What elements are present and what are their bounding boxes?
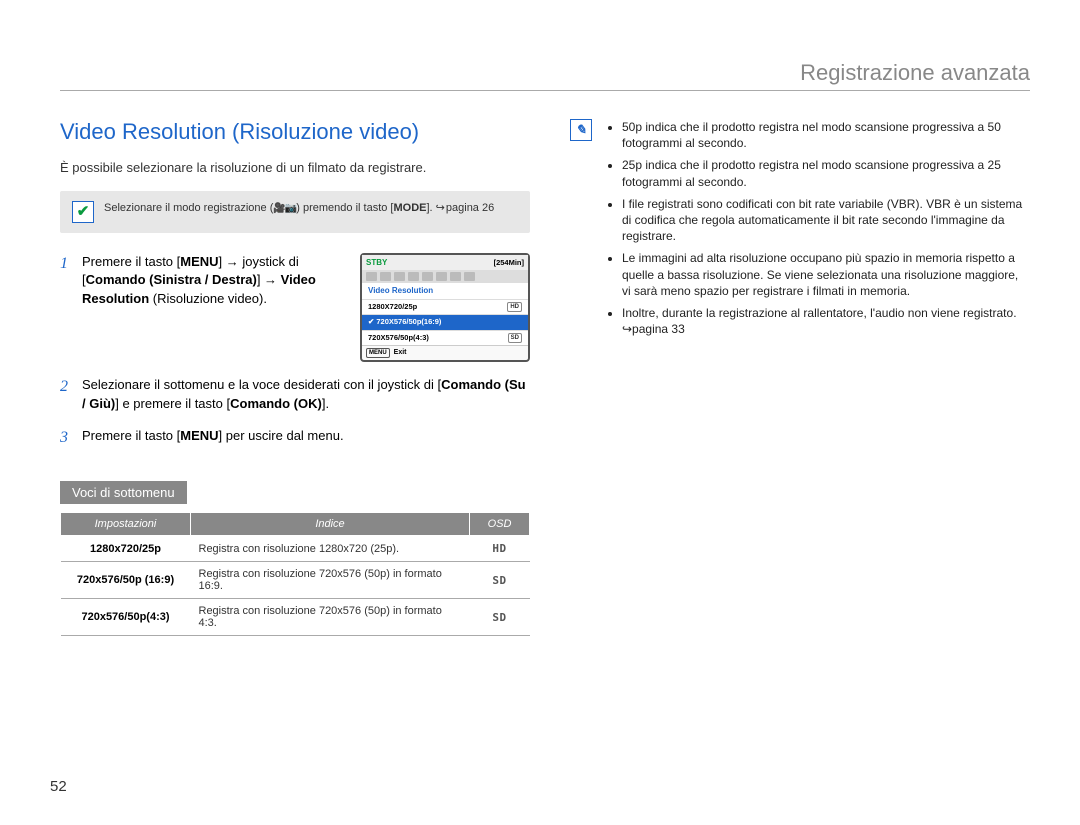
page-link-icon xyxy=(436,202,446,214)
list-item: 50p indica che il prodotto registra nel … xyxy=(622,119,1030,151)
note-text: Selezionare il modo registrazione () pre… xyxy=(104,201,494,215)
page-title: Video Resolution (Risoluzione video) xyxy=(60,119,530,145)
step-3: Premere il tasto [MENU] per uscire dal m… xyxy=(60,427,530,445)
submenu-heading: Voci di sottomenu xyxy=(60,481,187,504)
table-row: 720x576/50p (16:9) Registra con risoluzi… xyxy=(61,562,530,599)
lcd-option-3: 720X576/50p(4:3)SD xyxy=(362,330,528,346)
page-number: 52 xyxy=(50,778,67,795)
info-icon: ✎ xyxy=(570,119,592,141)
table-row: 1280x720/25p Registra con risoluzione 12… xyxy=(61,536,530,562)
lcd-option-2-selected: ✔ 720X576/50p(16:9) xyxy=(362,314,528,330)
camera-mode-icon xyxy=(273,202,296,214)
lcd-menu-title: Video Resolution xyxy=(362,283,528,298)
list-item: I file registrati sono codificati con bi… xyxy=(622,196,1030,245)
sd-badge-icon: SD xyxy=(470,599,530,636)
menu-button-icon: MENU xyxy=(366,348,390,358)
table-row: 720x576/50p(4:3) Registra con risoluzion… xyxy=(61,599,530,636)
lcd-stby-label: STBY xyxy=(366,257,387,268)
lcd-option-1: 1280X720/25pHD xyxy=(362,299,528,315)
intro-text: È possibile selezionare la risoluzione d… xyxy=(60,159,530,177)
hd-badge-icon: HD xyxy=(470,536,530,562)
col-header-osd: OSD xyxy=(470,513,530,536)
lcd-screenshot: STBY [254Min] Video Resolution 1280X720/… xyxy=(360,253,530,362)
info-bullet-list: 50p indica che il prodotto registra nel … xyxy=(604,119,1030,343)
sd-badge-icon: SD xyxy=(508,333,522,343)
submenu-table: Impostazioni Indice OSD 1280x720/25p Reg… xyxy=(60,512,530,636)
step-1: Premere il tasto [MENU] → joystick di [C… xyxy=(60,253,530,362)
list-item: Le immagini ad alta risoluzione occupano… xyxy=(622,250,1030,299)
hd-badge-icon: HD xyxy=(507,302,522,312)
step-2: Selezionare il sottomenu e la voce desid… xyxy=(60,376,530,412)
lcd-icon-row xyxy=(362,270,528,283)
chapter-header: Registrazione avanzata xyxy=(60,60,1030,91)
lcd-time-remaining: [254Min] xyxy=(494,258,524,269)
lcd-exit-row: MENU Exit xyxy=(362,345,528,360)
col-header-index: Indice xyxy=(191,513,470,536)
info-note-block: ✎ 50p indica che il prodotto registra ne… xyxy=(570,119,1030,343)
steps-list: Premere il tasto [MENU] → joystick di [C… xyxy=(60,253,530,445)
check-icon: ✔ xyxy=(72,201,94,223)
col-header-settings: Impostazioni xyxy=(61,513,191,536)
mode-precondition-note: ✔ Selezionare il modo registrazione () p… xyxy=(60,191,530,233)
list-item: Inoltre, durante la registrazione al ral… xyxy=(622,305,1030,337)
sd-badge-icon: SD xyxy=(470,562,530,599)
list-item: 25p indica che il prodotto registra nel … xyxy=(622,157,1030,189)
